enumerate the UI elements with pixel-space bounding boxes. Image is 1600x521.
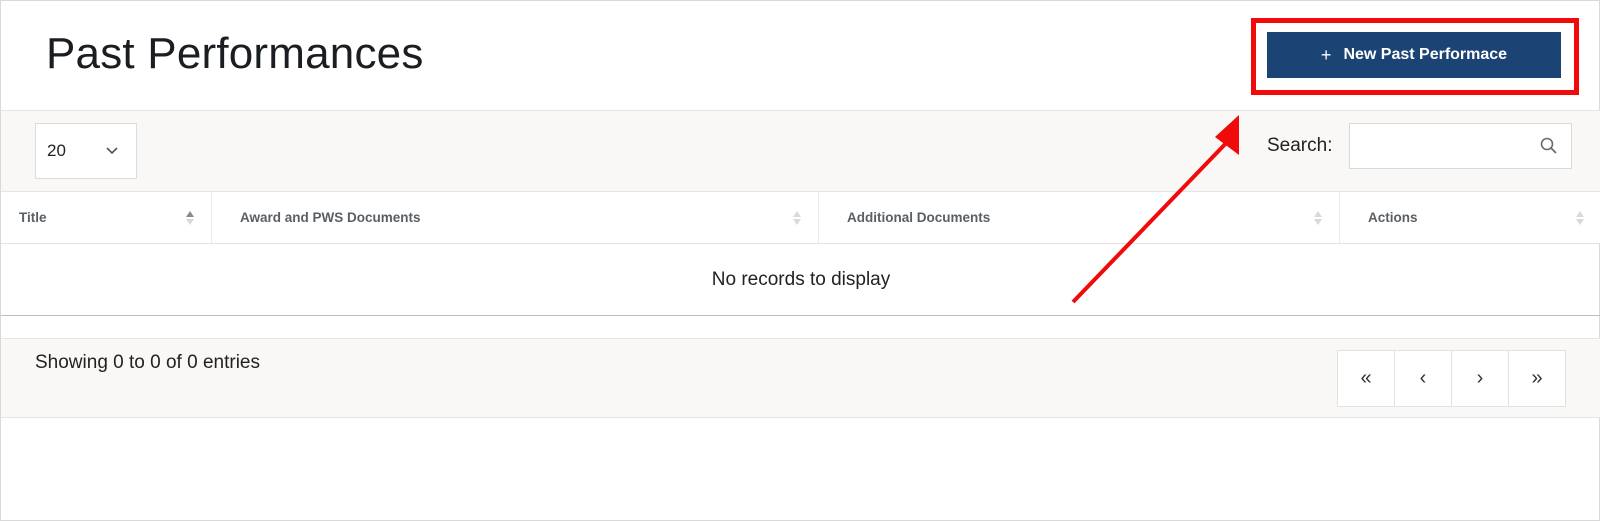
empty-table-message: No records to display xyxy=(1,244,1600,316)
previous-page-button[interactable]: ‹ xyxy=(1394,350,1452,407)
plus-icon: + xyxy=(1320,44,1332,65)
search-input[interactable] xyxy=(1349,123,1572,169)
table-toolbar: 20 Search: xyxy=(1,110,1600,192)
sort-icon xyxy=(186,211,194,225)
new-past-performance-button[interactable]: + New Past Performace xyxy=(1267,32,1561,78)
page-frame: Past Performances + New Past Performace … xyxy=(0,0,1600,521)
page-title: Past Performances xyxy=(46,29,424,78)
column-header-title[interactable]: Title xyxy=(1,192,212,243)
next-page-button[interactable]: › xyxy=(1451,350,1509,407)
new-past-performance-label: New Past Performace xyxy=(1343,46,1508,63)
page-size-value: 20 xyxy=(47,141,66,160)
last-page-button[interactable]: » xyxy=(1508,350,1566,407)
sort-icon xyxy=(1576,211,1584,225)
pagination: « ‹ › » xyxy=(1337,350,1566,407)
page-size-select[interactable]: 20 xyxy=(35,123,137,179)
sort-icon xyxy=(793,211,801,225)
search-label: Search: xyxy=(1267,135,1333,156)
column-label: Actions xyxy=(1368,210,1418,225)
column-header-award-pws-documents[interactable]: Award and PWS Documents xyxy=(212,192,819,243)
table-header: Title Award and PWS Documents Additional… xyxy=(1,192,1600,244)
column-label: Additional Documents xyxy=(847,210,991,225)
first-page-button[interactable]: « xyxy=(1337,350,1395,407)
table-footer: Showing 0 to 0 of 0 entries « ‹ › » xyxy=(1,338,1600,418)
column-label: Title xyxy=(19,210,47,225)
entries-info: Showing 0 to 0 of 0 entries xyxy=(35,352,260,373)
column-label: Award and PWS Documents xyxy=(240,210,421,225)
column-header-actions[interactable]: Actions xyxy=(1340,192,1600,243)
search-icon[interactable] xyxy=(1539,136,1559,156)
column-header-additional-documents[interactable]: Additional Documents xyxy=(819,192,1340,243)
sort-icon xyxy=(1314,211,1322,225)
chevron-down-icon xyxy=(106,147,118,155)
